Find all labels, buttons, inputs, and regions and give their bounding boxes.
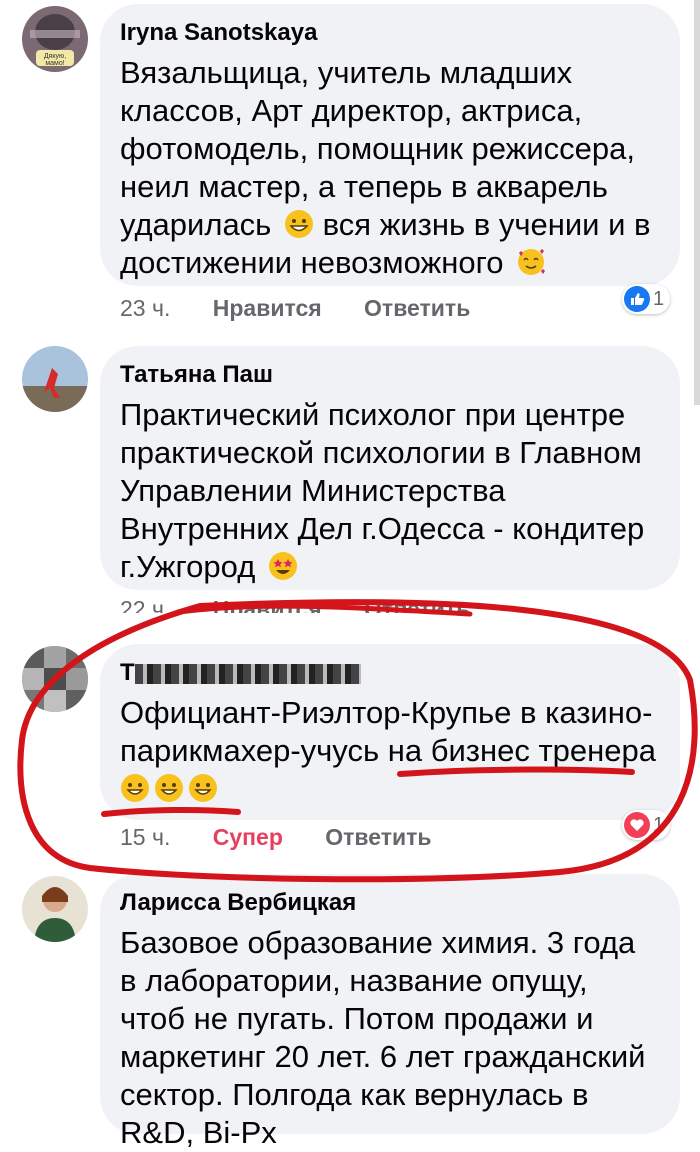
avatar[interactable]: Дякую, мамо!: [22, 6, 88, 72]
scrollbar[interactable]: [694, 0, 700, 405]
comment-text: Практический психолог при центре практич…: [120, 397, 645, 584]
avatar[interactable]: [22, 346, 88, 412]
super-reaction-button[interactable]: Супер: [213, 824, 283, 850]
reaction-count: 1: [653, 813, 665, 836]
smile-emoji-icon: [189, 774, 217, 802]
avatar[interactable]: [22, 646, 88, 712]
like-button[interactable]: Нравится: [213, 295, 322, 321]
comment-actions: 22 ч. Нравится Ответить: [120, 596, 506, 613]
comment-time[interactable]: 22 ч.: [120, 596, 170, 613]
reaction-badge[interactable]: 1: [622, 284, 671, 314]
comment-text: Базовое образование химия. 3 года в лабо…: [120, 925, 646, 1150]
comment-bubble: Iryna Sanotskaya Вязальщица, учитель мла…: [100, 4, 680, 286]
like-icon: [624, 286, 650, 312]
smile-emoji-icon: [121, 774, 149, 802]
smiling-hearts-emoji-icon: [518, 249, 546, 275]
comment-author[interactable]: Iryna Sanotskaya: [120, 18, 660, 48]
comment-time[interactable]: 23 ч.: [120, 295, 170, 321]
comment-author[interactable]: Ларисса Вербицкая: [120, 888, 660, 918]
like-button[interactable]: Нравится: [213, 596, 322, 613]
smile-emoji-icon: [155, 774, 183, 802]
censored-name: [134, 663, 361, 684]
comment-bubble: Ларисса Вербицкая Базовое образование хи…: [100, 874, 680, 1150]
comment-author[interactable]: Татьяна Паш: [120, 360, 660, 390]
comment-actions: 23 ч. Нравится Ответить: [120, 295, 506, 322]
grin-emoji-icon: [284, 210, 313, 238]
reply-button[interactable]: Ответить: [325, 824, 431, 850]
comment-author[interactable]: Т: [120, 658, 660, 688]
reaction-badge[interactable]: 1: [622, 810, 671, 840]
avatar[interactable]: [22, 876, 88, 942]
comment-text: Вязальщица, учитель младших классов, Арт…: [120, 55, 651, 280]
star-struck-emoji-icon: [268, 552, 297, 580]
love-icon: [624, 812, 650, 838]
reply-button[interactable]: Ответить: [364, 596, 470, 613]
comment-actions: 15 ч. Супер Ответить: [120, 824, 468, 851]
reaction-count: 1: [653, 287, 665, 310]
comment-bubble: Т Официант-Риэлтор-Крупье в казино-парик…: [100, 644, 680, 820]
comment-time[interactable]: 15 ч.: [120, 824, 170, 850]
reply-button[interactable]: Ответить: [364, 295, 470, 321]
avatar-caption: Дякую, мамо!: [43, 53, 67, 67]
comment-bubble: Татьяна Паш Практический психолог при це…: [100, 346, 680, 590]
comment-text: Официант-Риэлтор-Крупье в казино-парикма…: [120, 694, 660, 808]
